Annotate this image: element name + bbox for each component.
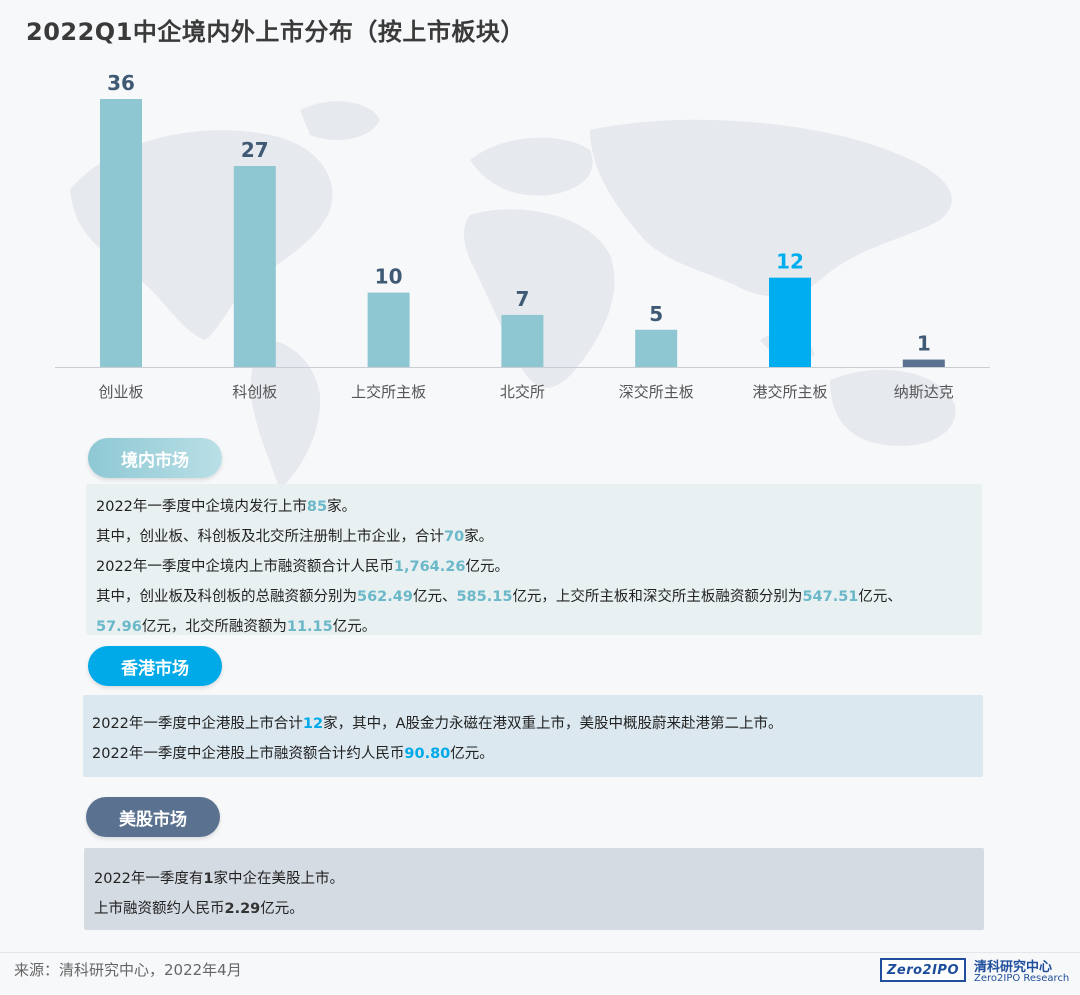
bar-2: [367, 292, 410, 367]
highlight-value: 1: [203, 871, 214, 887]
bar-value-label: 5: [649, 302, 663, 326]
category-label: 港交所主板: [752, 383, 827, 401]
hk-market-panel: 2022年一季度中企港股上市合计12家，其中，A股金力永磁在港双重上市，美股中概…: [83, 695, 983, 777]
domestic-info-line: 2022年一季度中企境内发行上市85家。: [96, 492, 982, 522]
text-run: 亿元。: [260, 901, 304, 917]
domestic-market-panel: 2022年一季度中企境内发行上市85家。 其中，创业板、科创板及北交所注册制上市企…: [86, 484, 982, 635]
text-run: 亿元、: [412, 589, 457, 605]
highlight-value: 12: [302, 716, 324, 732]
bar-chart: 36 创业板 27 科创板 10 上交所主板 7 北交所 5 深交所主板 12 港交所主板 1 纳斯达克: [55, 71, 990, 401]
text-run: 亿元、: [858, 589, 902, 605]
category-label: 北交所: [500, 383, 545, 401]
text-run: 亿元。: [450, 746, 494, 762]
text-run: 亿元，上交所主板和深交所主板融资额分别为: [512, 589, 803, 605]
bar-3: [501, 314, 544, 367]
category-label: 创业板: [98, 383, 143, 401]
text-run: 上市融资额约人民币: [94, 901, 225, 917]
highlight-value: 85: [306, 499, 328, 515]
bar-value-label: 36: [107, 71, 135, 95]
bar-1: [233, 166, 276, 367]
domestic-market-pill: 境内市场: [88, 438, 222, 478]
highlight-value: 1,764.26: [393, 559, 466, 575]
brand-name-en: Zero2IPO Research: [974, 973, 1070, 984]
text-run: 2022年一季度中企境内上市融资额合计人民币: [96, 559, 394, 575]
text-run: 亿元，北交所融资额为: [141, 619, 287, 635]
text-run: 家中企在美股上市。: [213, 871, 345, 887]
us-info-line: 上市融资额约人民币2.29亿元。: [94, 894, 984, 924]
text-run: 家。: [464, 529, 494, 545]
highlight-value: 2.29: [224, 901, 261, 917]
domestic-info-line: 57.96亿元，北交所融资额为11.15亿元。: [96, 612, 982, 642]
text-run: 2022年一季度中企港股上市合计: [92, 716, 303, 732]
domestic-info-line: 其中，创业板、科创板及北交所注册制上市企业，合计70家。: [96, 522, 982, 552]
text-run: 家，其中，A股金力永磁在港双重上市，美股中概股蔚来赴港第二上市。: [323, 716, 783, 732]
category-label: 科创板: [232, 383, 277, 401]
highlight-value: 90.80: [404, 746, 451, 762]
hk-info-line: 2022年一季度中企港股上市合计12家，其中，A股金力永磁在港双重上市，美股中概…: [92, 709, 983, 739]
category-label: 上交所主板: [351, 383, 426, 401]
bar-0: [100, 99, 142, 367]
highlight-value: 11.15: [286, 619, 333, 635]
us-market-pill: 美股市场: [86, 797, 220, 837]
highlight-value: 562.49: [357, 589, 413, 605]
us-market-panel: 2022年一季度有1家中企在美股上市。 上市融资额约人民币2.29亿元。: [84, 848, 984, 930]
highlight-value: 547.51: [802, 589, 859, 605]
text-run: 2022年一季度有: [94, 871, 204, 887]
highlight-value: 585.15: [456, 589, 513, 605]
text-run: 家。: [327, 499, 357, 515]
text-run: 其中，创业板、科创板及北交所注册制上市企业，合计: [96, 529, 444, 545]
footer-divider: [0, 952, 1080, 953]
highlight-value: 70: [444, 529, 465, 545]
domestic-info-line: 其中，创业板及科创板的总融资额分别为562.49亿元、585.15亿元，上交所主…: [96, 582, 982, 612]
bar-value-label: 12: [776, 250, 804, 274]
us-info-line: 2022年一季度有1家中企在美股上市。: [94, 864, 984, 894]
highlight-value: 57.96: [96, 619, 142, 635]
source-note: 来源：清科研究中心，2022年4月: [14, 961, 242, 979]
text-run: 其中，创业板及科创板的总融资额分别为: [96, 589, 357, 605]
bar-value-label: 10: [375, 265, 403, 289]
bar-value-label: 7: [515, 287, 529, 311]
text-run: 2022年一季度中企境内发行上市: [96, 499, 307, 515]
bar-value-label: 1: [917, 332, 931, 356]
text-run: 亿元。: [465, 559, 509, 575]
category-label: 纳斯达克: [894, 383, 954, 401]
hk-market-pill: 香港市场: [88, 646, 222, 686]
category-label: 深交所主板: [619, 383, 694, 401]
text-run: 亿元。: [332, 619, 377, 635]
bar-4: [635, 329, 678, 367]
bar-6: [902, 359, 945, 367]
hk-info-line: 2022年一季度中企港股上市融资额合计约人民币90.80亿元。: [92, 739, 983, 769]
bar-5: [769, 277, 811, 367]
text-run: 2022年一季度中企港股上市融资额合计约人民币: [92, 746, 405, 762]
domestic-info-line: 2022年一季度中企境内上市融资额合计人民币1,764.26亿元。: [96, 552, 982, 582]
bar-value-label: 27: [241, 138, 269, 162]
zero2ipo-logo: Zero2IPO: [880, 958, 966, 982]
